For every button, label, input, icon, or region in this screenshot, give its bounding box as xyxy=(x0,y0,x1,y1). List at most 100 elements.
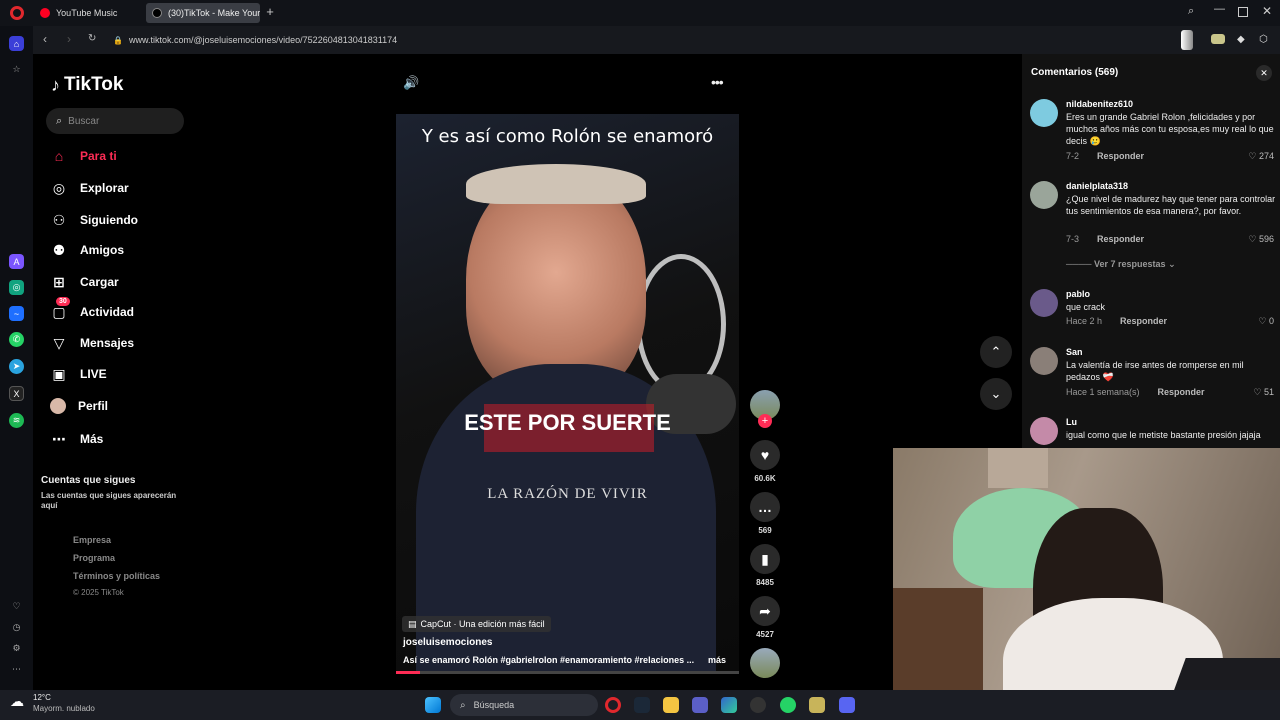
comment-action[interactable]: … 569 xyxy=(750,492,780,535)
search-box[interactable]: ⌕ Buscar xyxy=(46,108,184,134)
nav-item-amigos[interactable]: ⚉ Amigos xyxy=(50,241,124,259)
settings-icon[interactable]: ⚙ xyxy=(9,641,24,656)
restore-button[interactable] xyxy=(1238,7,1248,17)
opera-logo-icon[interactable] xyxy=(10,6,24,20)
more-options-icon[interactable]: ⋯ xyxy=(9,662,24,677)
chatgpt-icon[interactable]: ◎ xyxy=(9,280,24,295)
taskbar-search[interactable]: ⌕ Búsqueda xyxy=(450,694,598,716)
heart-icon[interactable]: ♥ xyxy=(750,440,780,470)
nav-item-live[interactable]: ▣ LIVE xyxy=(50,365,106,383)
nav-item-mensajes[interactable]: ▽ Mensajes xyxy=(50,334,134,352)
star-icon[interactable]: ☆ xyxy=(9,62,24,77)
tiktok-logo[interactable]: ♪ TikTok xyxy=(51,74,123,96)
comment-user[interactable]: San xyxy=(1066,347,1083,357)
opera-taskbar-icon[interactable] xyxy=(605,697,621,713)
comment-likes[interactable]: ♡ 274 xyxy=(1248,151,1274,162)
whatsapp-icon[interactable]: ✆ xyxy=(9,332,24,347)
avatar[interactable] xyxy=(1030,347,1058,375)
footer-link[interactable]: Términos y políticas xyxy=(73,571,160,581)
nav-item-explorar[interactable]: ◎ Explorar xyxy=(50,179,129,197)
avatar[interactable] xyxy=(1030,99,1058,127)
share-action[interactable]: ➦ 4527 xyxy=(750,596,780,639)
reply-button[interactable]: Responder xyxy=(1120,316,1167,326)
progress-track[interactable] xyxy=(396,671,739,674)
more-link[interactable]: más xyxy=(708,655,726,665)
steam-icon[interactable] xyxy=(634,697,650,713)
heart-icon[interactable]: ♡ xyxy=(9,599,24,614)
comment-likes[interactable]: ♡ 51 xyxy=(1253,387,1274,398)
comment-user[interactable]: pablo xyxy=(1066,289,1090,299)
comment-user[interactable]: nildabenitez610 xyxy=(1066,99,1133,109)
forward-button[interactable]: › xyxy=(67,32,71,46)
aria-icon[interactable]: A xyxy=(9,254,24,269)
avatar[interactable] xyxy=(1030,181,1058,209)
app-icon[interactable] xyxy=(750,697,766,713)
previous-video-button[interactable]: ⌃ xyxy=(980,336,1012,368)
cube-icon[interactable]: ⬡ xyxy=(1259,34,1268,45)
view-replies-button[interactable]: ──── Ver 7 respuestas ⌄ xyxy=(1066,259,1176,270)
weather-icon[interactable]: ☁ xyxy=(10,693,24,710)
more-options-button[interactable]: ••• xyxy=(711,74,724,90)
comment-likes[interactable]: ♡ 596 xyxy=(1248,234,1274,245)
follow-plus-icon[interactable]: + xyxy=(758,414,772,428)
nav-item-para-ti[interactable]: ⌂ Para ti xyxy=(50,147,117,165)
reload-button[interactable]: ↻ xyxy=(88,33,96,44)
footer-link[interactable]: Empresa xyxy=(73,535,111,545)
music-disc[interactable] xyxy=(750,648,780,678)
home-icon[interactable]: ⌂ xyxy=(9,36,24,51)
reply-button[interactable]: Responder xyxy=(1097,151,1144,161)
comment-icon[interactable]: … xyxy=(750,492,780,522)
comment-meta: 7-2 Responder xyxy=(1066,151,1144,161)
avatar[interactable] xyxy=(1030,289,1058,317)
messenger-icon[interactable]: ~ xyxy=(9,306,24,321)
comment-user[interactable]: Lu xyxy=(1066,417,1077,427)
like-action[interactable]: ♥ 60.6K xyxy=(750,440,780,483)
footer-link[interactable]: Programa xyxy=(73,553,115,563)
vpn-icon[interactable] xyxy=(1211,34,1225,44)
spotify-icon[interactable]: ≋ xyxy=(9,413,24,428)
activity-badge: 30 xyxy=(56,297,70,306)
discord-icon[interactable] xyxy=(839,697,855,713)
nav-item-mas[interactable]: ⋯ Más xyxy=(50,430,103,448)
nav-item-siguiendo[interactable]: ⚇ Siguiendo xyxy=(50,211,138,229)
next-video-button[interactable]: ⌄ xyxy=(980,378,1012,410)
capcut-tag[interactable]: ▤ CapCut · Una edición más fácil xyxy=(402,616,551,632)
tab-youtube-music[interactable]: YouTube Music xyxy=(34,3,144,23)
extension-icon[interactable] xyxy=(1181,30,1193,50)
reply-button[interactable]: Responder xyxy=(1158,387,1205,397)
nav-item-actividad[interactable]: ▢ 30 Actividad xyxy=(50,297,134,321)
nav-item-perfil[interactable]: Perfil xyxy=(50,398,108,414)
comment-likes[interactable]: ♡ 0 xyxy=(1258,316,1274,327)
reply-button[interactable]: Responder xyxy=(1097,234,1144,244)
avatar[interactable] xyxy=(1030,417,1058,445)
new-tab-button[interactable]: + xyxy=(263,5,277,19)
save-action[interactable]: ▮ 8485 xyxy=(750,544,780,587)
volume-icon[interactable]: 🔊 xyxy=(403,75,419,91)
video-player[interactable]: Y es así como Rolón se enamoró ESTE POR … xyxy=(396,114,739,674)
app-icon[interactable] xyxy=(809,697,825,713)
tab-tiktok[interactable]: (30)TikTok - Make Your D... xyxy=(146,3,260,23)
telegram-icon[interactable]: ➤ xyxy=(9,359,24,374)
back-button[interactable]: ‹ xyxy=(43,32,47,46)
teams-icon[interactable] xyxy=(692,697,708,713)
search-tabs-icon[interactable]: ⌕ xyxy=(1188,5,1194,18)
file-explorer-icon[interactable] xyxy=(663,697,679,713)
shelf xyxy=(988,448,1048,488)
video-author[interactable]: joseluisemociones xyxy=(403,637,492,648)
history-icon[interactable]: ◷ xyxy=(9,620,24,635)
nav-item-cargar[interactable]: ⊞ Cargar xyxy=(50,273,119,291)
comment-user[interactable]: danielplata318 xyxy=(1066,181,1128,191)
close-comments-button[interactable]: ✕ xyxy=(1256,65,1272,81)
whatsapp-taskbar-icon[interactable] xyxy=(780,697,796,713)
bookmark-icon[interactable]: ▮ xyxy=(750,544,780,574)
edge-icon[interactable] xyxy=(721,697,737,713)
lock-icon: 🔒 xyxy=(113,35,123,45)
like-count: 51 xyxy=(1263,387,1274,397)
x-icon[interactable]: X xyxy=(9,386,24,401)
url-field[interactable]: 🔒 www.tiktok.com/@joseluisemociones/vide… xyxy=(113,30,1153,50)
share-icon[interactable]: ➦ xyxy=(750,596,780,626)
windows-start-icon[interactable] xyxy=(425,697,441,713)
wallet-icon[interactable]: ◆ xyxy=(1237,34,1245,45)
minimize-button[interactable]: — xyxy=(1214,3,1225,15)
close-window-button[interactable]: ✕ xyxy=(1262,4,1272,18)
